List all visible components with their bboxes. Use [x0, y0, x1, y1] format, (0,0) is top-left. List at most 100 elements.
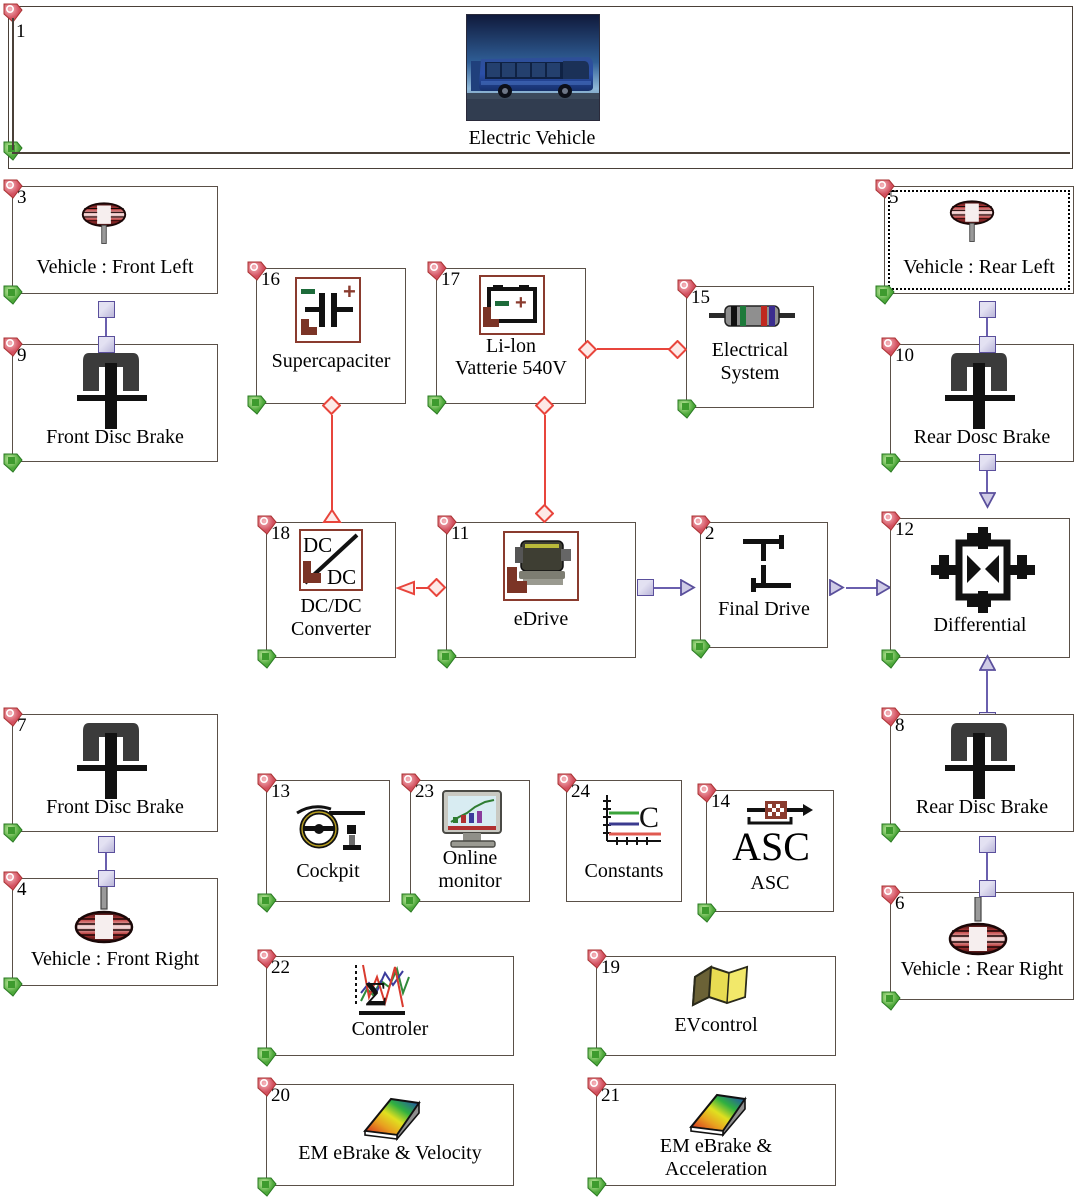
block-cockpit[interactable]: 13 Cockpit	[266, 780, 390, 902]
block-final-drive[interactable]: 2 Final Drive	[700, 522, 828, 648]
block-vehicle-front-right[interactable]: 4 Vehicle : Front Right	[12, 878, 218, 986]
port-input-21[interactable]	[586, 1076, 608, 1098]
vehicle-photo-label: Electric Vehicle	[468, 127, 596, 149]
port-output-19[interactable]	[586, 1046, 608, 1068]
block-label: eDrive	[513, 608, 569, 630]
mech-connector-7-4-bottom[interactable]	[98, 870, 115, 887]
port-input-15[interactable]	[676, 278, 698, 300]
block-em-ebrake-acceleration[interactable]: 21 EM eBrake & Acceleration	[596, 1084, 836, 1186]
elec-port-17-right[interactable]	[578, 340, 597, 359]
port-output-3[interactable]	[2, 284, 24, 306]
block-evcontrol[interactable]: 19 EVcontrol	[596, 956, 836, 1056]
mech-connector-3-9-top[interactable]	[98, 301, 115, 318]
block-dcdc-converter[interactable]: 18 DC DC DC/DC Converter	[266, 522, 396, 658]
rainbow-map-icon	[363, 1097, 421, 1141]
port-output-2[interactable]	[690, 638, 712, 660]
port-input-20[interactable]	[256, 1076, 278, 1098]
port-output-21[interactable]	[586, 1176, 608, 1198]
model-canvas[interactable]: 1 Electric Vehicle 3 Vehicle: Front Lef…	[0, 0, 1080, 1197]
elec-arrow-18-right[interactable]	[395, 580, 416, 596]
mech-connector-8-6-top[interactable]	[979, 836, 996, 853]
port-input-7[interactable]	[2, 706, 24, 728]
port-output-20[interactable]	[256, 1176, 278, 1198]
port-input-17[interactable]	[426, 260, 448, 282]
port-output-14[interactable]	[696, 902, 718, 924]
block-asc[interactable]: 14 ASC ASC	[706, 790, 834, 912]
block-controler[interactable]: 22 Σ Controler	[266, 956, 514, 1056]
mech-arrow-12-bottom[interactable]	[979, 652, 998, 671]
port-input-22[interactable]	[256, 948, 278, 970]
port-input-3[interactable]	[2, 178, 24, 200]
mech-connector-8-6-bottom[interactable]	[979, 880, 996, 897]
port-output-22[interactable]	[256, 1046, 278, 1068]
port-input-19[interactable]	[586, 948, 608, 970]
block-front-disc-brake-7[interactable]: 7 Front Disc Brake	[12, 714, 218, 832]
block-vehicle-rear-right[interactable]: 6 Vehicle : Rear Right	[890, 892, 1074, 1000]
port-output-7[interactable]	[2, 822, 24, 844]
port-output-9[interactable]	[2, 452, 24, 474]
rainbow-map-icon	[689, 1093, 747, 1137]
mech-connector-3-9-bottom[interactable]	[98, 336, 115, 353]
port-input-23[interactable]	[400, 772, 422, 794]
port-input-16[interactable]	[246, 260, 268, 282]
block-em-ebrake-velocity[interactable]: 20 EM eBrake & Velocity	[266, 1084, 514, 1186]
port-output-5[interactable]	[874, 284, 896, 306]
port-output-15[interactable]	[676, 398, 698, 420]
elec-port-17-bottom[interactable]	[535, 396, 554, 415]
port-output-18[interactable]	[256, 648, 278, 670]
block-supercapaciter[interactable]: 16 + Supercapaciter	[256, 268, 406, 404]
block-front-disc-brake-9[interactable]: 9 Front Disc Brake	[12, 344, 218, 462]
port-output-4[interactable]	[2, 976, 24, 998]
port-output-17[interactable]	[426, 394, 448, 416]
port-output-6[interactable]	[880, 990, 902, 1012]
block-vehicle-front-left[interactable]: 3 Vehicle : Front Left	[12, 186, 218, 294]
block-electrical-system[interactable]: 15 Electrical System	[686, 286, 814, 408]
port-input-9[interactable]	[2, 336, 24, 358]
port-input-6[interactable]	[880, 884, 902, 906]
port-input-24[interactable]	[556, 772, 578, 794]
port-input-12[interactable]	[880, 510, 902, 532]
block-label: Constants	[584, 860, 664, 882]
block-differential[interactable]: 12 Differential	[890, 518, 1070, 658]
block-constants[interactable]: 24 C Constants	[566, 780, 682, 902]
port-output-8[interactable]	[880, 822, 902, 844]
port-output-11[interactable]	[436, 648, 458, 670]
elec-port-16-bottom[interactable]	[322, 396, 341, 415]
mech-connector-5-10-top[interactable]	[979, 301, 996, 318]
port-input-14[interactable]	[696, 782, 718, 804]
elec-port-15-left[interactable]	[668, 340, 687, 359]
port-input-5[interactable]	[874, 178, 896, 200]
block-rear-dosc-brake-10[interactable]: 10 Rear Dosc Brake	[890, 344, 1074, 462]
block-label: Li-lon Vatterie 540V	[455, 335, 567, 379]
port-output-10[interactable]	[880, 452, 902, 474]
mech-connector-7-4-top[interactable]	[98, 836, 115, 853]
port-input-8[interactable]	[880, 706, 902, 728]
port-output-16[interactable]	[246, 394, 268, 416]
port-input-4[interactable]	[2, 870, 24, 892]
block-edrive[interactable]: 11 eDrive	[446, 522, 636, 658]
block-vehicle-rear-left[interactable]: 5 Vehicle : Rear Left	[884, 186, 1074, 294]
mech-connector-5-10-bottom[interactable]	[979, 336, 996, 353]
block-label: Differential	[933, 614, 1027, 636]
port-input-10[interactable]	[880, 336, 902, 358]
mech-wire-10-12	[986, 471, 988, 493]
block-rear-disc-brake-8[interactable]: 8 Rear Disc Brake	[890, 714, 1074, 832]
port-output-12[interactable]	[880, 648, 902, 670]
port-output-13[interactable]	[256, 892, 278, 914]
port-input-18[interactable]	[256, 514, 278, 536]
elec-arrow-18-top[interactable]	[322, 508, 342, 524]
disc-brake-icon	[945, 723, 1015, 799]
mech-arrow-12-top[interactable]	[979, 492, 998, 509]
capacitor-icon: +	[295, 277, 361, 343]
port-output-23[interactable]	[400, 892, 422, 914]
mech-port-11-right[interactable]	[637, 579, 654, 596]
port-input-11[interactable]	[436, 514, 458, 536]
mech-arrow-2-left[interactable]	[680, 579, 699, 596]
mech-connector-10-12-top[interactable]	[979, 454, 996, 471]
block-online-monitor[interactable]: 23 Online monitor	[410, 780, 530, 902]
elec-port-11-left[interactable]	[427, 578, 446, 597]
block-li-ion-battery[interactable]: 17 + Li-lon Vatterie 540V	[436, 268, 586, 404]
port-input-13[interactable]	[256, 772, 278, 794]
port-input-2[interactable]	[690, 514, 712, 536]
elec-port-11-top[interactable]	[535, 504, 554, 523]
